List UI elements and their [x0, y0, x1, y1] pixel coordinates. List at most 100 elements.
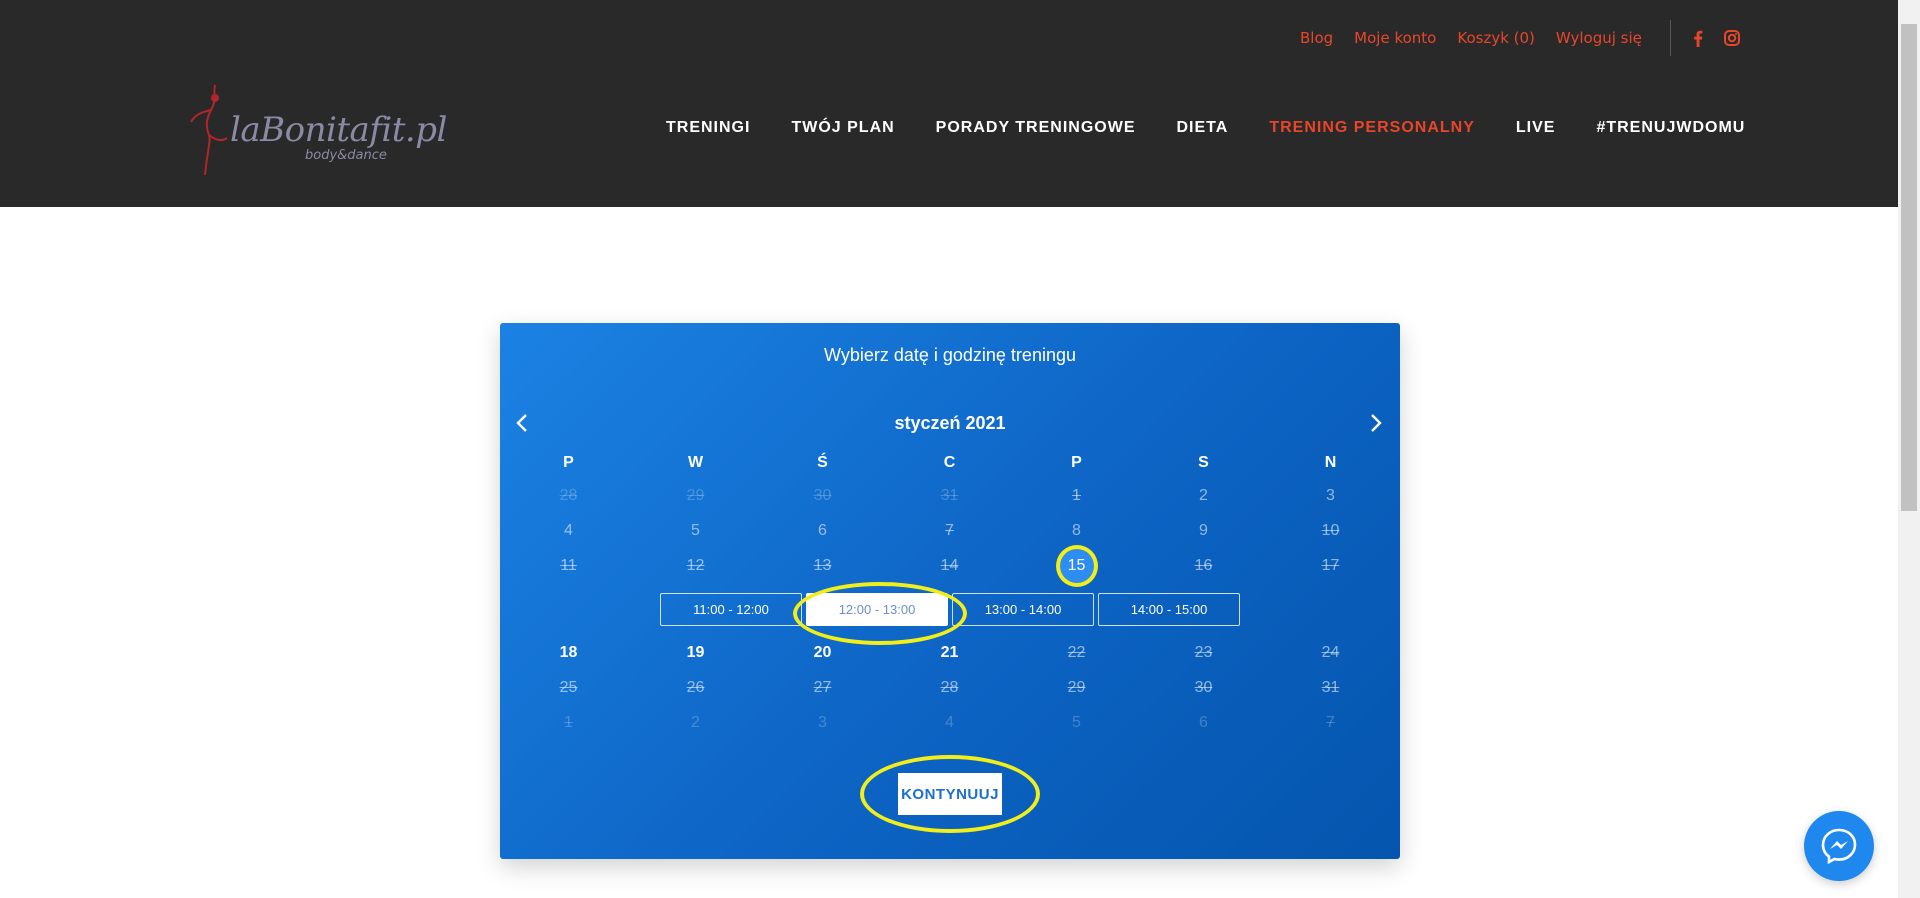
- calendar-day[interactable]: 2: [1140, 487, 1267, 505]
- calendar-day-number: 18: [559, 643, 578, 661]
- instagram-icon[interactable]: [1723, 29, 1741, 47]
- calendar-day[interactable]: 9: [1140, 522, 1267, 540]
- main-nav: TRENINGI TWÓJ PLAN PORADY TRENINGOWE DIE…: [666, 119, 1745, 137]
- time-slot[interactable]: 11:00 - 12:00: [660, 592, 802, 626]
- calendar-day[interactable]: 8: [1013, 522, 1140, 540]
- calendar-day-number: 14: [940, 556, 959, 574]
- chevron-right-icon: [1371, 414, 1382, 432]
- nav-item-treningi[interactable]: TRENINGI: [666, 119, 750, 137]
- calendar-day[interactable]: 3: [1267, 487, 1394, 505]
- booking-calendar: Wybierz datę i godzinę treningu styczeń …: [500, 323, 1400, 859]
- cart-link[interactable]: Koszyk (0): [1457, 29, 1535, 47]
- calendar-day: 24: [1267, 644, 1394, 662]
- nav-item-trening-personalny[interactable]: TRENING PERSONALNY: [1269, 119, 1475, 137]
- calendar-day-number: 4: [945, 713, 954, 731]
- calendar-day-number: 2: [691, 713, 700, 731]
- calendar-day-number: 29: [1067, 678, 1086, 696]
- calendar-day: 5: [1013, 714, 1140, 732]
- page-scrollbar[interactable]: [1898, 0, 1920, 898]
- calendar-day[interactable]: 6: [759, 522, 886, 540]
- messenger-button[interactable]: [1804, 811, 1874, 881]
- calendar-day: 14: [886, 557, 1013, 575]
- calendar-day: 31: [1267, 679, 1394, 697]
- continue-highlight: KONTYNUUJ: [860, 755, 1040, 833]
- calendar-day: 7: [886, 522, 1013, 540]
- calendar-week-row: 28 29 30 31 1 2 3: [500, 478, 1400, 513]
- calendar-day-number: 3: [1326, 486, 1335, 504]
- calendar-day-number: 13: [813, 556, 832, 574]
- continue-button[interactable]: KONTYNUUJ: [898, 773, 1002, 815]
- calendar-day-selected[interactable]: 15: [1013, 548, 1140, 583]
- calendar-day[interactable]: 20: [759, 644, 886, 662]
- calendar-day-number: 25: [559, 678, 578, 696]
- calendar-day-number: 17: [1321, 556, 1340, 574]
- calendar-day-number: 8: [1072, 521, 1081, 539]
- next-month-button[interactable]: [1364, 411, 1388, 435]
- divider: [1669, 20, 1671, 56]
- nav-item-porady-treningowe[interactable]: PORADY TRENINGOWE: [936, 119, 1136, 137]
- calendar-day: 22: [1013, 644, 1140, 662]
- month-label: styczeń 2021: [894, 413, 1006, 433]
- calendar-day-number: 15: [1059, 548, 1094, 583]
- calendar-day: 10: [1267, 522, 1394, 540]
- calendar-day-number: 12: [686, 556, 705, 574]
- site-logo[interactable]: laBonitafit.pl body&dance: [185, 80, 447, 180]
- weekday-label: W: [687, 454, 704, 471]
- calendar-day-number: 6: [1199, 713, 1208, 731]
- calendar-day-number: 23: [1194, 643, 1213, 661]
- time-slot-selected[interactable]: 12:00 - 13:00: [793, 581, 967, 645]
- calendar-day-number: 3: [818, 713, 827, 731]
- calendar-day-number: 20: [813, 643, 832, 661]
- calendar-day: 27: [759, 679, 886, 697]
- calendar-day-number: 22: [1067, 643, 1086, 661]
- scrollbar-thumb[interactable]: [1901, 24, 1917, 511]
- calendar-day-number: 31: [940, 486, 959, 504]
- logo-text: laBonitafit.pl: [230, 110, 447, 150]
- calendar-week-row: 11 12 13 14 15 16 17: [500, 548, 1400, 583]
- facebook-icon[interactable]: [1689, 29, 1707, 47]
- calendar-day: 6: [1140, 714, 1267, 732]
- calendar-day[interactable]: 18: [505, 644, 632, 662]
- logout-link[interactable]: Wyloguj się: [1556, 29, 1642, 47]
- nav-item-dieta[interactable]: DIETA: [1177, 119, 1229, 137]
- weekday-label: S: [1198, 454, 1209, 471]
- calendar-day-number: 1: [1072, 486, 1081, 504]
- calendar-day[interactable]: 4: [505, 522, 632, 540]
- calendar-day: 13: [759, 557, 886, 575]
- calendar-day-number: 30: [813, 486, 832, 504]
- time-slot[interactable]: 13:00 - 14:00: [952, 592, 1094, 626]
- nav-item-trenujwdomu[interactable]: #TRENUJWDOMU: [1596, 119, 1745, 137]
- time-slot[interactable]: 14:00 - 15:00: [1098, 592, 1240, 626]
- calendar-day-number: 5: [691, 521, 700, 539]
- calendar-day-number: 28: [940, 678, 959, 696]
- blog-link[interactable]: Blog: [1300, 29, 1333, 47]
- calendar-day[interactable]: 19: [632, 644, 759, 662]
- page: Blog Moje konto Koszyk (0) Wyloguj się l…: [0, 0, 1920, 898]
- social-links: [1689, 29, 1741, 47]
- calendar-day-number: 26: [686, 678, 705, 696]
- calendar-day: 29: [1013, 679, 1140, 697]
- messenger-icon: [1821, 828, 1857, 865]
- calendar-day-number: 27: [813, 678, 832, 696]
- calendar-day[interactable]: 5: [632, 522, 759, 540]
- weekday-header: PWŚCPSN: [500, 448, 1400, 478]
- weekday-label: Ś: [817, 454, 828, 471]
- calendar-day: 12: [632, 557, 759, 575]
- calendar-week-row: 18 19 20 21 22 23 24: [500, 635, 1400, 670]
- calendar-day-number: 21: [940, 643, 959, 661]
- calendar-day-number: 5: [1072, 713, 1081, 731]
- calendar-day-number: 7: [945, 521, 954, 539]
- my-account-link[interactable]: Moje konto: [1354, 29, 1436, 47]
- calendar-title: Wybierz datę i godzinę treningu: [824, 345, 1076, 365]
- calendar-day-number: 28: [559, 486, 578, 504]
- calendar-day[interactable]: 21: [886, 644, 1013, 662]
- weekday-label: P: [1071, 454, 1082, 471]
- calendar-day-number: 7: [1326, 713, 1335, 731]
- weekday-label: N: [1324, 454, 1337, 471]
- dancer-logo-icon: [190, 84, 228, 176]
- nav-item-twoj-plan[interactable]: TWÓJ PLAN: [791, 119, 894, 137]
- calendar-day-number: 1: [564, 713, 573, 731]
- time-slots: 11:00 - 12:00 12:00 - 13:00 13:00 - 14:00 1…: [500, 581, 1400, 645]
- nav-item-live[interactable]: LIVE: [1516, 119, 1556, 137]
- calendar-day: 28: [505, 487, 632, 505]
